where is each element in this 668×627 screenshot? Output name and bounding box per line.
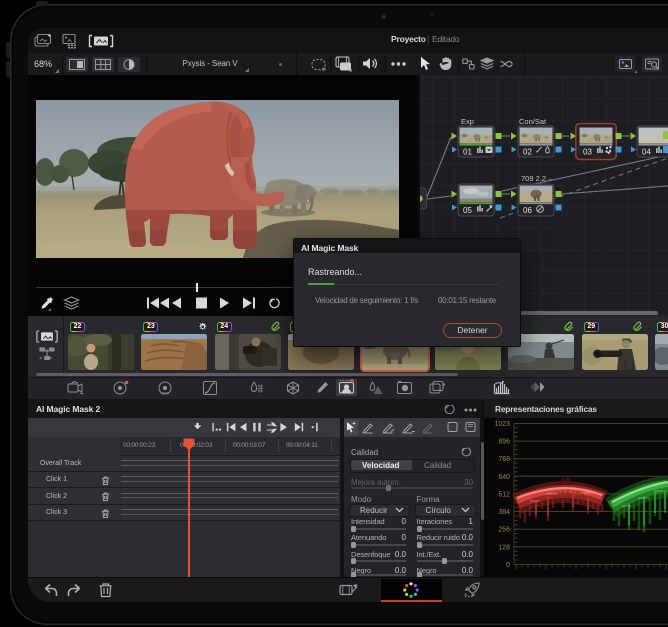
svg-text:06: 06: [523, 206, 532, 215]
svg-text:01: 01: [463, 148, 472, 157]
svg-text:04: 04: [642, 148, 651, 157]
svg-text:128: 128: [498, 544, 510, 551]
svg-text:HDR: HDR: [161, 391, 170, 396]
svg-text:0: 0: [506, 562, 510, 569]
svg-text:1023: 1023: [494, 421, 510, 428]
svg-text:02: 02: [523, 148, 532, 157]
svg-text:256: 256: [498, 527, 510, 534]
svg-text:384: 384: [498, 509, 510, 516]
svg-text:896: 896: [498, 439, 510, 446]
svg-text:640: 640: [498, 474, 510, 481]
svg-text:512: 512: [498, 491, 510, 498]
svg-text:768: 768: [498, 456, 510, 463]
svg-text:03: 03: [583, 148, 592, 157]
svg-text:HQ: HQ: [341, 65, 350, 71]
svg-text:05: 05: [463, 206, 472, 215]
